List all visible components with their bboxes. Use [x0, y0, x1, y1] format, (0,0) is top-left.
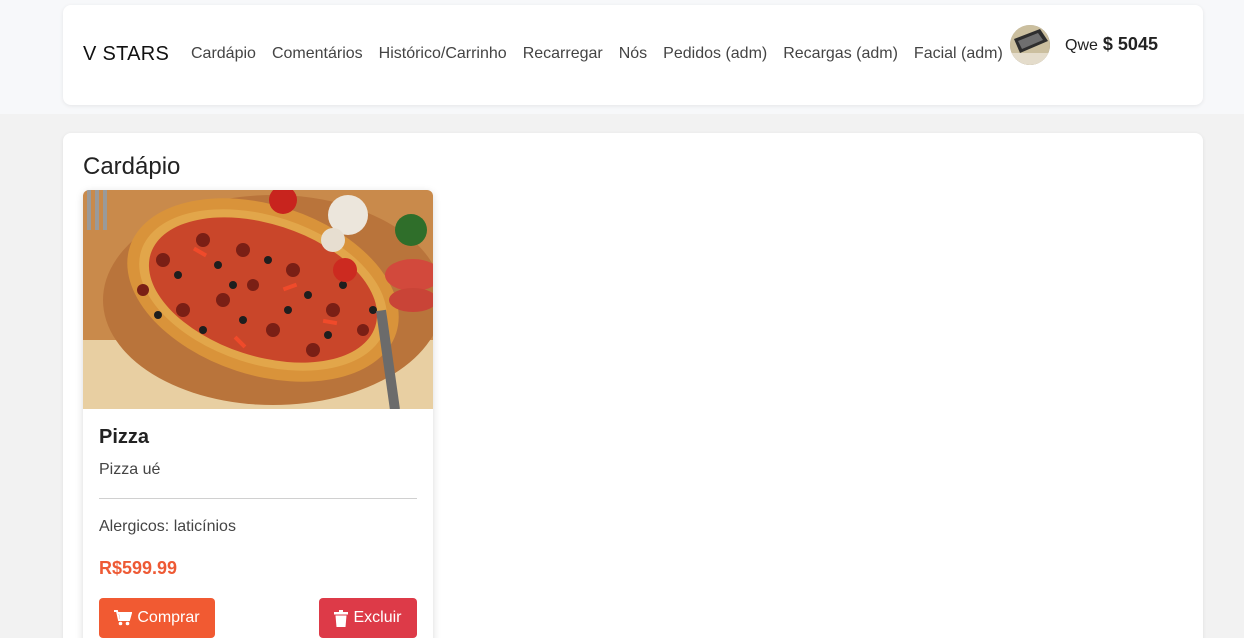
- menu-item-card: Pizza Pizza ué Alergicos: laticínios R$5…: [83, 190, 433, 638]
- brand-logo[interactable]: V STARS: [83, 43, 169, 66]
- trash-icon: [334, 609, 349, 627]
- cart-icon: [114, 610, 133, 626]
- avatar[interactable]: [1010, 25, 1050, 65]
- user-info: Qwe $ 5045: [1065, 34, 1158, 55]
- nav-link-recargas-adm[interactable]: Recargas (adm): [783, 45, 898, 63]
- main-panel: Cardápio Pizza Pizza ué Alergicos: latic…: [63, 133, 1203, 638]
- page-title: Cardápio: [83, 153, 181, 180]
- menu-item-allergens: Alergicos: laticínios: [99, 518, 236, 535]
- pizza-image: [83, 190, 433, 409]
- nav-link-nos[interactable]: Nós: [619, 45, 647, 63]
- delete-button-label: Excluir: [353, 609, 402, 626]
- buy-button-label: Comprar: [137, 609, 200, 626]
- nav-link-facial-adm[interactable]: Facial (adm): [914, 45, 1003, 63]
- nav-link-historico-carrinho[interactable]: Histórico/Carrinho: [379, 45, 507, 63]
- nav-link-cardapio[interactable]: Cardápio: [191, 45, 256, 63]
- menu-item-name: Pizza: [99, 426, 150, 448]
- menu-item-description: Pizza ué: [99, 461, 161, 478]
- menu-item-price: R$599.99: [99, 558, 178, 578]
- balance: $ 5045: [1102, 34, 1158, 54]
- delete-button[interactable]: Excluir: [319, 598, 417, 638]
- divider: [99, 498, 417, 499]
- nav-link-comentarios[interactable]: Comentários: [272, 45, 363, 63]
- navbar: V STARS Cardápio Comentários Histórico/C…: [63, 5, 1203, 105]
- user-name: Qwe: [1065, 37, 1098, 54]
- buy-button[interactable]: Comprar: [99, 598, 215, 638]
- nav-links: Cardápio Comentários Histórico/Carrinho …: [191, 45, 1003, 63]
- nav-link-recarregar[interactable]: Recarregar: [523, 45, 603, 63]
- nav-link-pedidos-adm[interactable]: Pedidos (adm): [663, 45, 767, 63]
